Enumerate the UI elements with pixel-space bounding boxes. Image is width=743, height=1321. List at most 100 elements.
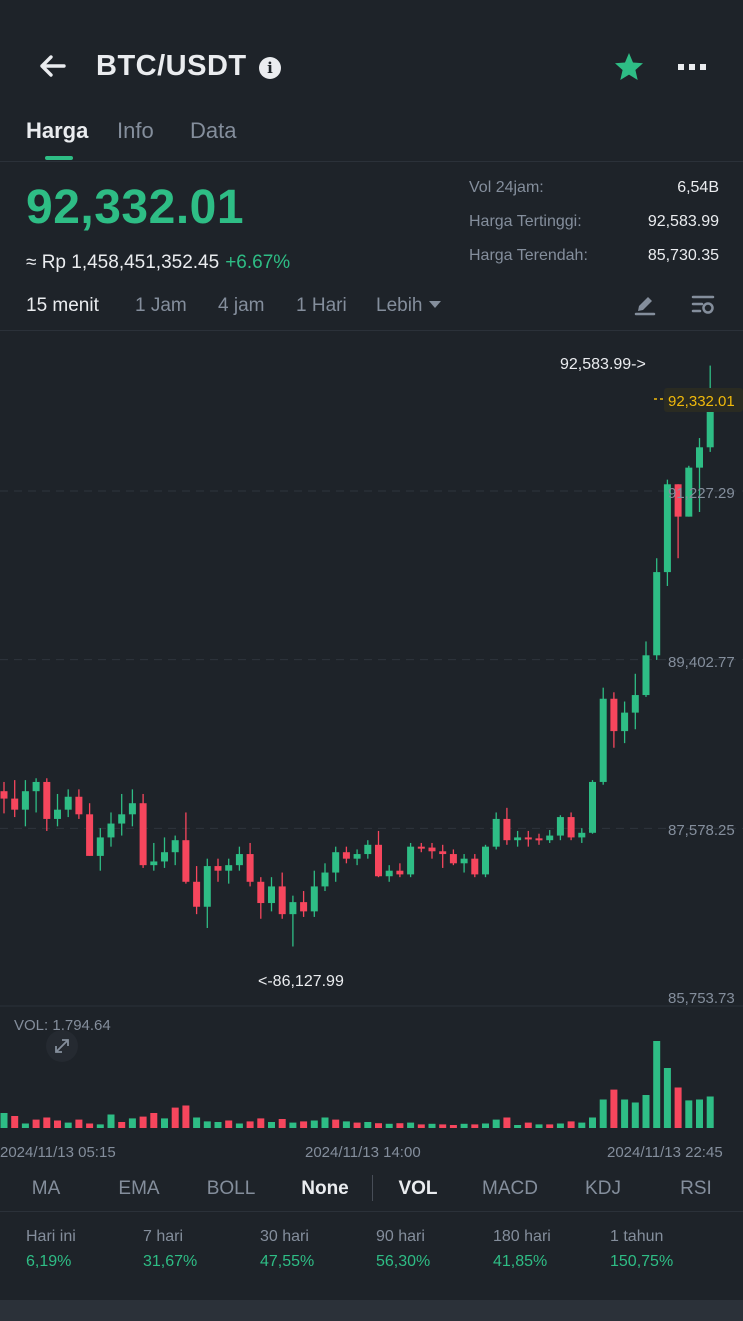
candle-body xyxy=(642,655,650,696)
volume-bar xyxy=(21,1123,29,1128)
candle-body xyxy=(86,814,94,856)
favorite-star-icon[interactable] xyxy=(612,50,646,84)
volume-bar xyxy=(332,1119,340,1128)
candle-body xyxy=(546,835,554,841)
volume-bar xyxy=(449,1125,457,1128)
candle-body xyxy=(225,865,233,871)
perf-label: 1 tahun xyxy=(610,1228,664,1245)
candle-body xyxy=(139,803,147,866)
interval-1h[interactable]: 1 Jam xyxy=(135,295,187,317)
candle-body xyxy=(107,823,115,838)
candle-body xyxy=(75,796,83,815)
perf-today: Hari ini 6,19% xyxy=(26,1228,76,1271)
volume-bar xyxy=(685,1100,693,1128)
candle-body xyxy=(578,832,586,838)
volume-bar xyxy=(171,1107,179,1128)
candle-body xyxy=(449,854,457,864)
interval-1d[interactable]: 1 Hari xyxy=(296,295,347,317)
stat-value: 85,730.35 xyxy=(647,247,719,264)
indicator-none[interactable]: None xyxy=(301,1178,349,1200)
change-percent: +6.67% xyxy=(225,252,291,273)
candle-body xyxy=(514,837,522,841)
volume-bar xyxy=(139,1116,147,1128)
interval-15m[interactable]: 15 menit xyxy=(26,295,99,317)
volume-bar xyxy=(182,1105,190,1128)
candle-body xyxy=(289,902,297,915)
indicator-vol[interactable]: VOL xyxy=(398,1178,437,1200)
candle-body xyxy=(268,886,275,904)
volume-bar xyxy=(246,1121,254,1128)
candle-body xyxy=(96,837,104,856)
candle-body xyxy=(310,886,318,912)
volume-bar xyxy=(599,1099,607,1128)
perf-value: 6,19% xyxy=(26,1253,72,1270)
indicator-kdj[interactable]: KDJ xyxy=(585,1178,621,1200)
perf-label: 7 hari xyxy=(143,1228,184,1245)
candle-body xyxy=(0,791,8,799)
candle-body xyxy=(364,844,372,855)
indicator-macd[interactable]: MACD xyxy=(482,1178,538,1200)
volume-bar xyxy=(460,1123,468,1128)
perf-90d: 90 hari 56,30% xyxy=(376,1228,430,1271)
candle-body xyxy=(503,818,511,841)
more-icon[interactable] xyxy=(676,56,708,78)
tab-harga[interactable]: Harga xyxy=(26,118,88,144)
candle-body xyxy=(535,838,543,841)
current-price-label: 92,332.01 xyxy=(668,393,735,410)
y-tick-label: 85,753.73 xyxy=(668,990,735,1007)
candle-body xyxy=(342,852,350,859)
fiat-value: ≈ Rp 1,458,451,352.45 xyxy=(26,252,220,273)
volume-bar xyxy=(653,1041,661,1128)
x-tick-label: 2024/11/13 05:15 xyxy=(0,1144,116,1161)
candle-body xyxy=(332,852,340,873)
indicator-rsi[interactable]: RSI xyxy=(680,1178,712,1200)
volume-bar xyxy=(482,1123,489,1128)
y-tick-label: 87,578.25 xyxy=(668,822,735,839)
info-icon[interactable]: i xyxy=(259,57,281,79)
candle-body xyxy=(21,791,29,810)
x-tick-label: 2024/11/13 14:00 xyxy=(305,1144,421,1161)
volume-bar xyxy=(235,1123,243,1128)
volume-bar xyxy=(407,1122,415,1128)
candle-body xyxy=(621,712,629,732)
chart-svg: 91,227.29 89,402.77 87,578.25 85,753.73 … xyxy=(0,356,743,1161)
candle-body xyxy=(396,870,404,875)
volume-bar xyxy=(514,1125,522,1128)
volume-bar xyxy=(621,1099,629,1128)
volume-bar xyxy=(300,1121,308,1128)
stat-row: Vol 24jam: 6,54B xyxy=(469,177,719,211)
indicator-ema[interactable]: EMA xyxy=(118,1178,159,1200)
grid-lines xyxy=(0,490,743,1007)
interval-4h[interactable]: 4 jam xyxy=(218,295,264,317)
candle-body xyxy=(278,886,286,915)
volume-bar xyxy=(278,1119,286,1128)
perf-180d: 180 hari 41,85% xyxy=(493,1228,551,1271)
tab-bar: Harga Info Data xyxy=(0,110,743,162)
volume-bar xyxy=(310,1120,318,1128)
candlestick-chart[interactable]: 91,227.29 89,402.77 87,578.25 85,753.73 … xyxy=(0,330,743,1161)
candle-body xyxy=(353,854,361,859)
indicator-divider xyxy=(372,1175,373,1201)
candle-body xyxy=(375,844,382,877)
chart-settings-icon[interactable] xyxy=(690,292,716,318)
back-arrow-icon[interactable] xyxy=(34,48,70,84)
indicator-boll[interactable]: BOLL xyxy=(207,1178,256,1200)
volume-bar xyxy=(289,1122,297,1128)
perf-value: 56,30% xyxy=(376,1253,431,1270)
volume-bar xyxy=(610,1089,618,1128)
expand-icon[interactable] xyxy=(46,1030,78,1062)
volume-bar xyxy=(161,1118,168,1128)
tab-info[interactable]: Info xyxy=(117,118,154,144)
candle-body xyxy=(524,837,532,840)
perf-value: 47,55% xyxy=(260,1253,315,1270)
volume-bar xyxy=(128,1118,136,1128)
volume-bar xyxy=(150,1113,158,1128)
draw-tool-icon[interactable] xyxy=(632,292,658,318)
perf-label: 90 hari xyxy=(376,1228,425,1245)
volume-bar xyxy=(86,1123,94,1128)
interval-more[interactable]: Lebih xyxy=(376,295,441,317)
indicator-ma[interactable]: MA xyxy=(32,1178,61,1200)
volume-bar xyxy=(385,1123,393,1128)
stat-label: Vol 24jam: xyxy=(469,179,544,196)
tab-data[interactable]: Data xyxy=(190,118,236,144)
